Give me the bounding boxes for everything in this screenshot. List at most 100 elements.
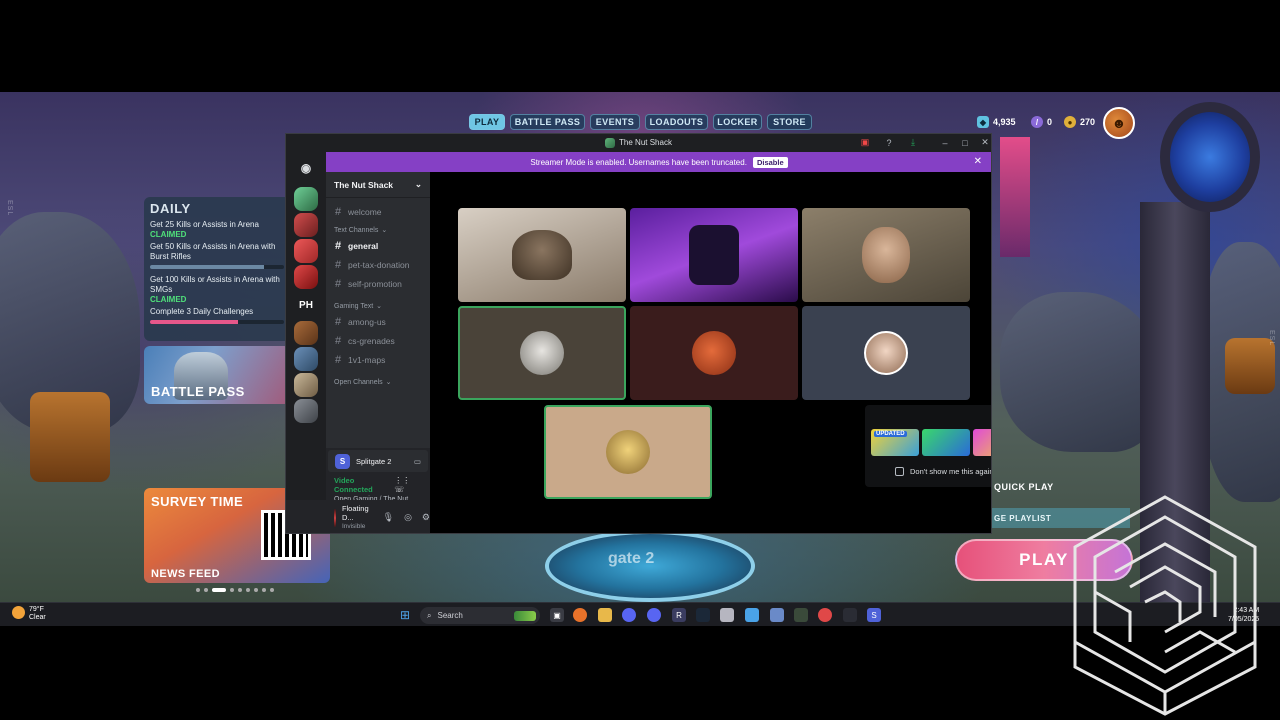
battle-pass-card[interactable]: BATTLE PASS <box>144 346 290 404</box>
channel-among-us[interactable]: # among-us <box>326 312 430 331</box>
quick-play-label[interactable]: QUICK PLAY <box>994 482 1054 492</box>
weather-widget[interactable]: 79°F Clear <box>12 606 46 622</box>
screen-share-icon[interactable]: ▭ <box>414 457 421 466</box>
server-ph[interactable]: PH <box>294 293 318 317</box>
carousel-dot-active[interactable] <box>212 588 226 592</box>
channel-general[interactable]: # general <box>326 236 430 255</box>
hash-icon: # <box>335 258 342 271</box>
nav-tab-battle-pass[interactable]: BATTLE PASS <box>510 114 585 130</box>
carousel-dots[interactable] <box>196 588 274 592</box>
maximize-icon[interactable]: □ <box>958 136 972 149</box>
discord-icon[interactable] <box>647 608 661 622</box>
category-open-channels[interactable]: Open Channels ⌄ <box>326 369 430 388</box>
checkbox-icon[interactable] <box>895 467 904 476</box>
dont-show-checkbox[interactable]: Don't show me this again. <box>895 467 992 476</box>
headphones-icon[interactable]: ◎ <box>404 512 412 523</box>
task-status: CLAIMED <box>150 295 187 304</box>
player-avatar[interactable]: ☻ <box>1103 107 1135 139</box>
server-icon[interactable] <box>294 213 318 237</box>
video-tile-room[interactable] <box>630 208 798 302</box>
server-icon[interactable] <box>294 265 318 289</box>
activity-thumbnail[interactable] <box>922 429 970 456</box>
currency-splitcoins[interactable]: ◆ 4,935 <box>977 114 1016 130</box>
windows-start-icon[interactable]: ⊞ <box>398 608 412 622</box>
video-tile-avatar-4[interactable] <box>544 405 712 499</box>
category-text-channels[interactable]: Text Channels ⌄ <box>326 221 430 236</box>
notepad-icon[interactable] <box>745 608 759 622</box>
currency-gold[interactable]: ● 270 <box>1064 114 1095 130</box>
search-box[interactable]: ⌕ Search <box>420 607 540 624</box>
messenger-icon[interactable] <box>622 608 636 622</box>
file-explorer-icon[interactable] <box>598 608 612 622</box>
platform-text: gate 2 <box>608 550 655 567</box>
nav-tab-store[interactable]: STORE <box>767 114 812 130</box>
video-tile-avatar-2[interactable] <box>630 306 798 400</box>
channel-welcome[interactable]: # welcome <box>326 202 430 221</box>
streamer-banner-text: Streamer Mode is enabled. Usernames have… <box>530 157 747 167</box>
app-icon[interactable] <box>720 608 734 622</box>
download-icon[interactable]: ⤓ <box>906 136 920 149</box>
steam-icon[interactable] <box>696 608 710 622</box>
nav-tab-events[interactable]: EVENTS <box>590 114 640 130</box>
checkbox-label: Don't show me this again. <box>910 467 992 476</box>
rsi-icon[interactable]: R <box>672 608 686 622</box>
carousel-dot[interactable] <box>254 588 258 592</box>
activity-thumbnail[interactable] <box>973 429 991 456</box>
server-icon[interactable] <box>294 373 318 397</box>
microphone-icon[interactable]: 🎙 <box>383 512 394 523</box>
category-label: Text Channels <box>334 226 379 234</box>
close-banner-icon[interactable]: ✕ <box>974 156 982 167</box>
disable-streamer-button[interactable]: Disable <box>752 156 788 168</box>
category-gaming-text[interactable]: Gaming Text ⌄ <box>326 293 430 312</box>
carousel-dot[interactable] <box>204 588 208 592</box>
sound-wave-icon[interactable]: ⋮⋮ <box>394 476 410 485</box>
server-icon-nutshack[interactable] <box>294 187 318 211</box>
help-icon[interactable]: ? <box>882 136 896 149</box>
carousel-dot[interactable] <box>270 588 274 592</box>
carousel-dot[interactable] <box>238 588 242 592</box>
nav-tab-play[interactable]: PLAY <box>469 114 505 130</box>
user-avatar[interactable] <box>334 508 336 527</box>
daily-challenges-panel[interactable]: DAILY Get 25 Kills or Assists in Arena C… <box>144 197 290 341</box>
gear-icon[interactable]: ⚙ <box>422 512 430 523</box>
record-icon[interactable] <box>818 608 832 622</box>
video-tile-avatar-1[interactable] <box>458 306 626 400</box>
server-icon[interactable] <box>294 399 318 423</box>
firefox-icon[interactable] <box>573 608 587 622</box>
carousel-dot[interactable] <box>230 588 234 592</box>
nav-tab-locker[interactable]: LOCKER <box>713 114 762 130</box>
server-icon[interactable] <box>294 347 318 371</box>
streamer-mode-icon[interactable]: ▣ <box>858 136 872 149</box>
channel-pet-tax-donation[interactable]: # pet-tax-donation <box>326 255 430 274</box>
channel-cs-grenades[interactable]: # cs-grenades <box>326 331 430 350</box>
discord-home-icon[interactable]: ◉ <box>294 156 318 180</box>
disconnect-icon[interactable]: ☏ <box>394 485 404 494</box>
task-view-icon[interactable]: ▣ <box>550 608 564 622</box>
channel-self-promotion[interactable]: # self-promotion <box>326 274 430 293</box>
minimize-icon[interactable]: – <box>938 136 952 149</box>
chevron-down-icon: ⌄ <box>414 179 422 189</box>
channel-1v1-maps[interactable]: # 1v1-maps <box>326 350 430 369</box>
server-rail: ◉ PH <box>286 151 326 533</box>
carousel-dot[interactable] <box>246 588 250 592</box>
video-stage: ✕ UPDATED Don't show me this again. <box>430 172 992 533</box>
close-icon[interactable]: ✕ <box>978 136 991 149</box>
app-icon[interactable] <box>843 608 857 622</box>
server-icon[interactable] <box>294 321 318 345</box>
video-tile-cat[interactable] <box>458 208 626 302</box>
currency-prisms[interactable]: / 0 <box>1031 114 1052 130</box>
video-tile-webcam[interactable] <box>802 208 970 302</box>
nav-tab-loadouts[interactable]: LOADOUTS <box>645 114 708 130</box>
carousel-dot[interactable] <box>196 588 200 592</box>
discord-titlebar[interactable]: The Nut Shack ▣ ? ⤓ – □ ✕ <box>286 134 991 151</box>
activity-thumbnail[interactable]: UPDATED <box>871 429 919 456</box>
splitgate-taskbar-icon[interactable]: S <box>867 608 881 622</box>
app-icon[interactable] <box>794 608 808 622</box>
server-icon[interactable] <box>294 239 318 263</box>
activity-splitgate[interactable]: S Splitgate 2 ▭ <box>328 450 428 472</box>
hash-icon: # <box>335 315 342 328</box>
server-header[interactable]: The Nut Shack ⌄ <box>326 172 430 198</box>
calculator-icon[interactable] <box>770 608 784 622</box>
video-tile-avatar-3[interactable] <box>802 306 970 400</box>
carousel-dot[interactable] <box>262 588 266 592</box>
